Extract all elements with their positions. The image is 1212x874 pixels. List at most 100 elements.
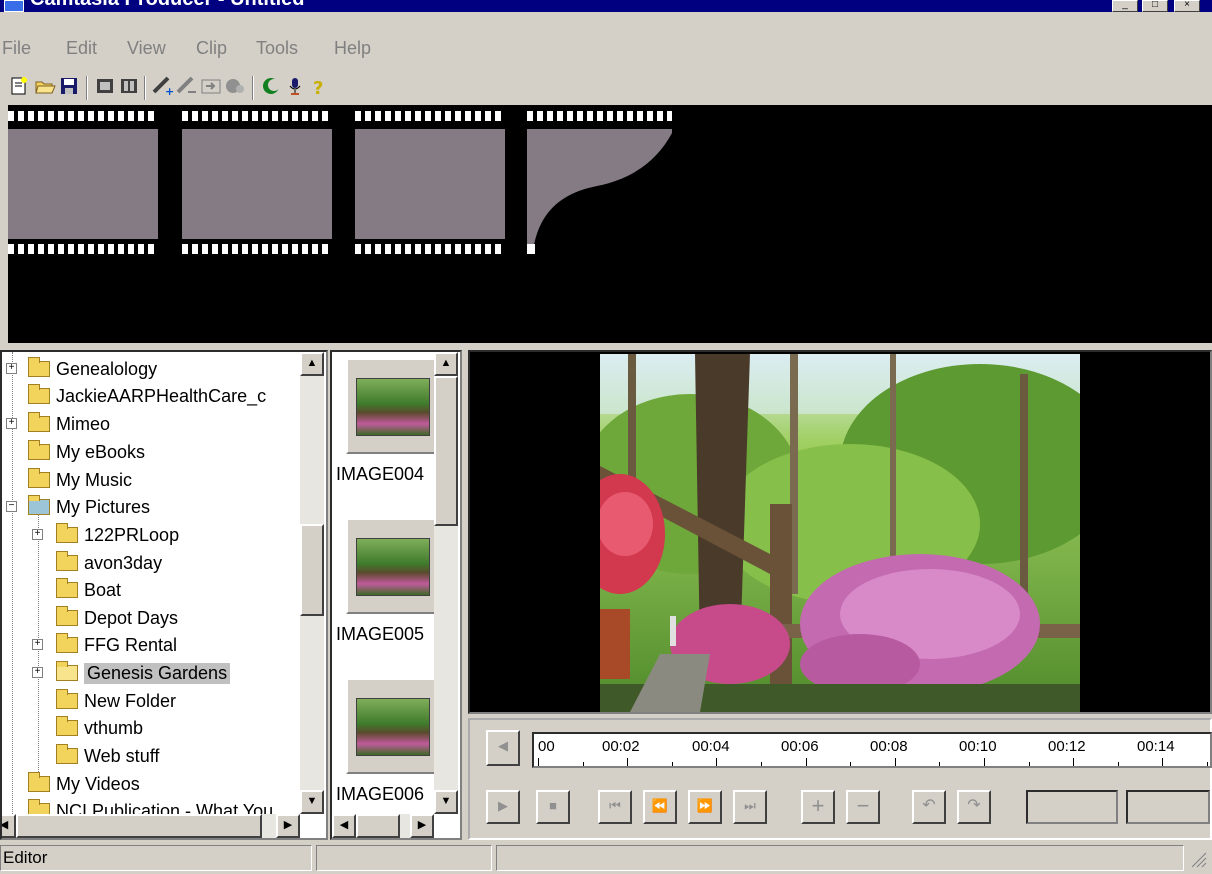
storyboard-frame[interactable] [182,111,332,256]
tree-item-new-folder[interactable]: New Folder [2,688,176,714]
storyboard[interactable] [8,105,1212,343]
tree-item-avon3day[interactable]: avon3day [2,550,162,576]
tree-item-depot-days[interactable]: Depot Days [2,605,178,631]
timeline-tick [1117,762,1119,766]
menu-clip[interactable]: Clip [196,38,227,59]
stop-icon[interactable]: ■ [536,790,570,824]
folder-icon [56,744,78,764]
scroll-down-icon[interactable]: ▼ [300,790,324,814]
film-cell [355,129,505,239]
scroll-up-icon[interactable]: ▲ [300,352,324,376]
collapse-icon[interactable]: − [6,501,17,512]
tree-item-genealology[interactable]: + Genealology [2,356,157,382]
transition-icon[interactable] [176,76,198,98]
go-to-end-icon[interactable]: ⏭ [733,790,767,824]
scroll-left-icon[interactable]: ◀ [2,814,16,838]
timeline-ruler[interactable]: 00 00:02 00:04 00:06 00:08 00:10 00:12 0… [532,732,1212,768]
timeline-scroll-left-icon[interactable]: ◀ [486,730,520,766]
add-clip-icon[interactable]: + [152,76,174,98]
timeline-icon[interactable] [118,76,140,98]
tree-horizontal-scrollbar[interactable]: ◀ ▶ [2,814,300,838]
maximize-button[interactable]: □ [1142,0,1168,12]
zoom-in-icon[interactable]: + [801,790,835,824]
open-folder-icon[interactable] [34,76,56,98]
scroll-thumb[interactable] [356,814,400,838]
scroll-thumb[interactable] [434,376,458,526]
tree-item-web-stuff[interactable]: Web stuff [2,743,159,769]
window-title: Camtasia Producer - Untitled [30,0,305,11]
timeline-tick-label: 00 [538,738,555,755]
tree-item-vthumb[interactable]: vthumb [2,715,143,741]
close-button[interactable]: × [1174,0,1200,12]
scroll-right-icon[interactable]: ▶ [410,814,434,838]
tree-vertical-scrollbar[interactable]: ▲ ▼ [300,352,324,814]
expand-icon[interactable]: + [32,529,43,540]
storyboard-frame[interactable] [355,111,505,256]
save-icon[interactable] [58,76,80,98]
folder-icon [28,384,50,404]
minimize-button[interactable]: _ [1112,0,1138,12]
fast-forward-icon[interactable]: ⏩ [688,790,722,824]
scroll-up-icon[interactable]: ▲ [434,352,458,376]
thumbnail-image [356,538,430,596]
expand-icon[interactable]: + [32,667,43,678]
tree-item-my-ebooks[interactable]: My eBooks [2,439,145,465]
film-sprocket [8,111,158,121]
record-icon[interactable] [260,76,282,98]
title-clip-icon[interactable] [200,76,222,98]
expand-icon[interactable]: + [6,363,17,374]
rewind-icon[interactable]: ⏪ [643,790,677,824]
tree-item-mimeo[interactable]: + Mimeo [2,411,110,437]
expand-icon[interactable]: + [6,418,17,429]
tree-item-my-pictures[interactable]: − My Pictures [2,494,150,520]
scroll-thumb[interactable] [300,524,324,616]
storyboard-frame-curling[interactable] [527,111,677,256]
app-icon [4,0,24,12]
expand-icon[interactable]: + [32,639,43,650]
film-sprocket [355,111,505,121]
scroll-thumb[interactable] [16,814,262,838]
scroll-down-icon[interactable]: ▼ [434,790,458,814]
play-icon[interactable]: ▶ [486,790,520,824]
thumbnails-vertical-scrollbar[interactable]: ▲ ▼ [434,352,458,814]
tree-item-jackieaarp[interactable]: JackieAARPHealthCare_c [2,383,266,409]
folder-tree[interactable]: + Genealology JackieAARPHealthCare_c + M… [0,350,328,840]
tree-item-label: avon3day [84,552,163,573]
scroll-right-icon[interactable]: ▶ [276,814,300,838]
menu-tools[interactable]: Tools [256,38,298,59]
go-to-start-icon[interactable]: ⏮ [598,790,632,824]
tree-item-boat[interactable]: Boat [2,577,121,603]
thumbnails-horizontal-scrollbar[interactable]: ◀ ▶ [332,814,434,838]
microphone-icon[interactable] [284,76,306,98]
redo-icon[interactable]: ↷ [957,790,991,824]
thumbnail-image005[interactable] [346,518,438,614]
zoom-out-icon[interactable]: − [846,790,880,824]
tree-item-label: FFG Rental [84,634,178,655]
effects-icon[interactable] [224,76,246,98]
thumbnail-image004[interactable] [346,358,438,454]
menu-help[interactable]: Help [334,38,371,59]
menu-bar: File Edit View Clip Tools Help [0,34,1212,62]
tree-item-my-music[interactable]: My Music [2,467,132,493]
tree-item-label: My Music [56,469,132,490]
menu-file[interactable]: File [2,38,31,59]
help-icon[interactable]: ? [308,76,330,99]
storyboard-frame[interactable] [8,111,158,256]
thumbnail-image006[interactable] [346,678,438,774]
tree-item-genesis-gardens[interactable]: + Genesis Gardens [2,660,231,686]
menu-edit[interactable]: Edit [66,38,97,59]
tree-item-label: New Folder [84,690,177,711]
tree-item-122prloop[interactable]: + 122PRLoop [2,522,179,548]
tree-item-my-videos[interactable]: My Videos [2,771,140,797]
new-file-icon[interactable] [8,76,30,98]
storyboard-icon[interactable] [94,76,116,98]
resize-grip-icon[interactable] [1186,847,1208,869]
folder-icon [56,689,78,709]
scroll-left-icon[interactable]: ◀ [332,814,356,838]
menu-view[interactable]: View [127,38,166,59]
tree-item-ffg-rental[interactable]: + FFG Rental [2,632,177,658]
timeline-tick [805,758,807,766]
folder-icon [28,412,50,432]
clip-thumbnails[interactable]: IMAGE004 IMAGE005 IMAGE006 ▲ ▼ ◀ ▶ [330,350,462,840]
undo-icon[interactable]: ↶ [912,790,946,824]
